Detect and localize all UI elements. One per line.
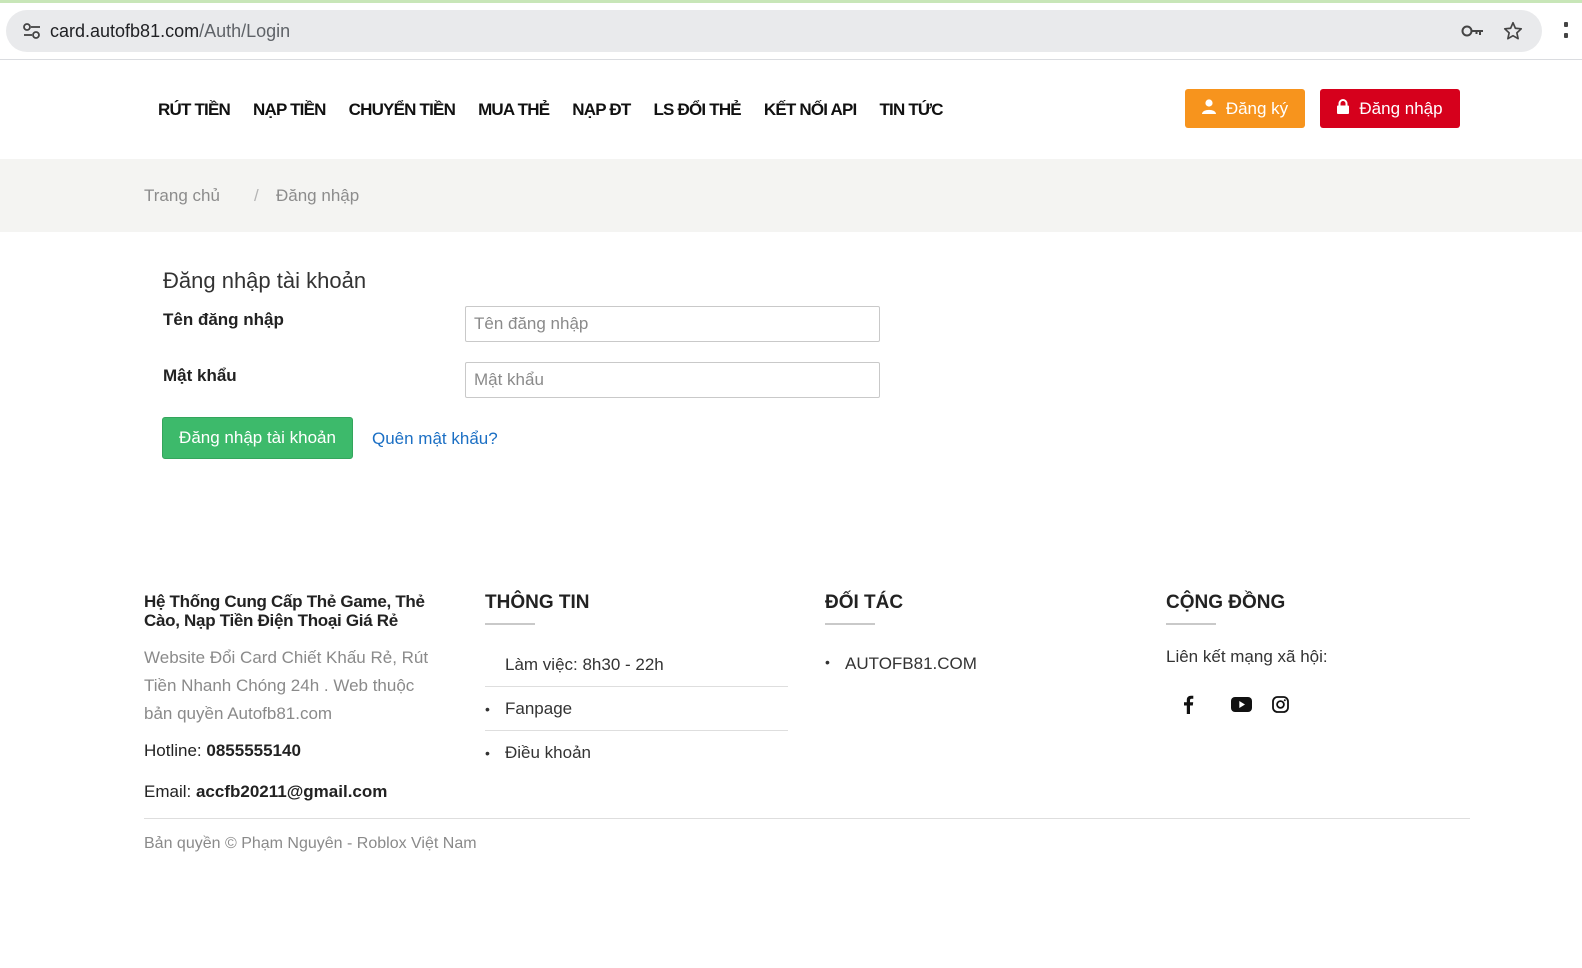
footer-partner-underline <box>825 623 875 625</box>
social-label: Liên kết mạng xã hội: <box>1166 647 1328 666</box>
forgot-password-link[interactable]: Quên mật khẩu? <box>372 429 498 449</box>
username-input[interactable] <box>465 306 880 342</box>
bookmark-star-icon[interactable] <box>1502 20 1524 47</box>
url-path: /Auth/Login <box>199 21 291 41</box>
lock-icon <box>1337 98 1350 119</box>
list-item: Làm việc: 8h30 - 22h <box>485 643 788 687</box>
login-label: Đăng nhập <box>1359 98 1443 118</box>
nav-item-chuyen-tien[interactable]: CHUYỂN TIỀN <box>349 100 456 120</box>
instagram-icon[interactable] <box>1272 696 1289 718</box>
footer-info-title: THÔNG TIN <box>485 592 590 613</box>
nav-item-mua-the[interactable]: MUA THẺ <box>478 100 550 120</box>
info-working-hours: Làm việc: 8h30 - 22h <box>505 654 664 674</box>
nav-item-tin-tuc[interactable]: TIN TỨC <box>879 100 943 120</box>
footer-divider <box>144 818 1470 819</box>
footer-community-title: CỘNG ĐỒNG <box>1166 592 1286 613</box>
user-icon <box>1201 98 1216 119</box>
register-button[interactable]: Đăng ký <box>1185 89 1305 128</box>
info-fanpage-link[interactable]: Fanpage <box>505 699 572 719</box>
footer-partner-title: ĐỐI TÁC <box>825 592 904 613</box>
browser-top-strip <box>0 0 1582 3</box>
list-item[interactable]: • Điều khoản <box>485 731 788 774</box>
footer-about-desc: Website Đổi Card Chiết Khấu Rẻ, Rút Tiền… <box>144 648 429 723</box>
nav-item-ls-doi-the[interactable]: LS ĐỔI THẺ <box>653 100 741 120</box>
url-text[interactable]: card.autofb81.com/Auth/Login <box>50 21 290 42</box>
login-submit-button[interactable]: Đăng nhập tài khoản <box>162 417 353 459</box>
bullet: • <box>485 700 490 717</box>
list-item[interactable]: • AUTOFB81.COM <box>825 654 977 674</box>
password-input[interactable] <box>465 362 880 398</box>
page-title: Đăng nhập tài khoản <box>163 268 367 293</box>
footer-email: Email: accfb20211@gmail.com <box>144 782 387 802</box>
bullet: • <box>825 654 830 670</box>
nav-item-ket-noi-api[interactable]: KẾT NỐI API <box>764 100 857 120</box>
nav-item-nap-tien[interactable]: NẠP TIỀN <box>253 100 326 120</box>
breadcrumb-separator: / <box>254 186 259 205</box>
password-label: Mật khẩu <box>163 366 237 385</box>
footer-about-title: Hệ Thống Cung Cấp Thẻ Game, Thẻ Cào, Nạp… <box>144 592 425 630</box>
main-nav: RÚT TIỀN NẠP TIỀN CHUYỂN TIỀN MUA THẺ NẠ… <box>158 100 944 120</box>
breadcrumb-current: Đăng nhập <box>276 186 360 205</box>
password-key-icon[interactable] <box>1461 22 1485 45</box>
breadcrumb: Trang chủ / Đăng nhập <box>0 159 1582 232</box>
chrome-divider <box>0 59 1582 60</box>
email-label: Email: <box>144 782 196 801</box>
copyright-text: Bản quyền © Phạm Nguyên - Roblox Việt Na… <box>144 835 477 852</box>
bullet: • <box>485 744 490 761</box>
footer-community-underline <box>1166 623 1216 625</box>
address-bar[interactable]: card.autofb81.com/Auth/Login <box>6 10 1542 52</box>
register-label: Đăng ký <box>1225 98 1289 118</box>
login-button[interactable]: Đăng nhập <box>1320 89 1460 128</box>
footer-info-underline <box>485 623 535 625</box>
email-address[interactable]: accfb20211@gmail.com <box>196 782 387 801</box>
hotline-number[interactable]: 0855555140 <box>206 741 301 760</box>
footer-info-list: Làm việc: 8h30 - 22h • Fanpage • Điều khoả… <box>485 643 788 774</box>
url-host: card.autofb81.com <box>50 21 200 41</box>
nav-item-rut-tien[interactable]: RÚT TIỀN <box>158 100 231 120</box>
facebook-icon[interactable] <box>1182 695 1194 719</box>
info-terms-link[interactable]: Điều khoản <box>505 743 591 763</box>
partner-link[interactable]: AUTOFB81.COM <box>845 654 977 674</box>
username-label: Tên đăng nhập <box>163 310 284 329</box>
browser-menu-icon[interactable] <box>1563 18 1569 44</box>
youtube-icon[interactable] <box>1231 697 1252 717</box>
breadcrumb-home[interactable]: Trang chủ <box>144 186 220 206</box>
site-settings-icon[interactable] <box>22 22 42 40</box>
list-item[interactable]: • Fanpage <box>485 687 788 731</box>
nav-item-nap-dt[interactable]: NẠP ĐT <box>572 100 631 120</box>
footer-hotline: Hotline: 0855555140 <box>144 741 301 761</box>
hotline-label: Hotline: <box>144 741 207 760</box>
